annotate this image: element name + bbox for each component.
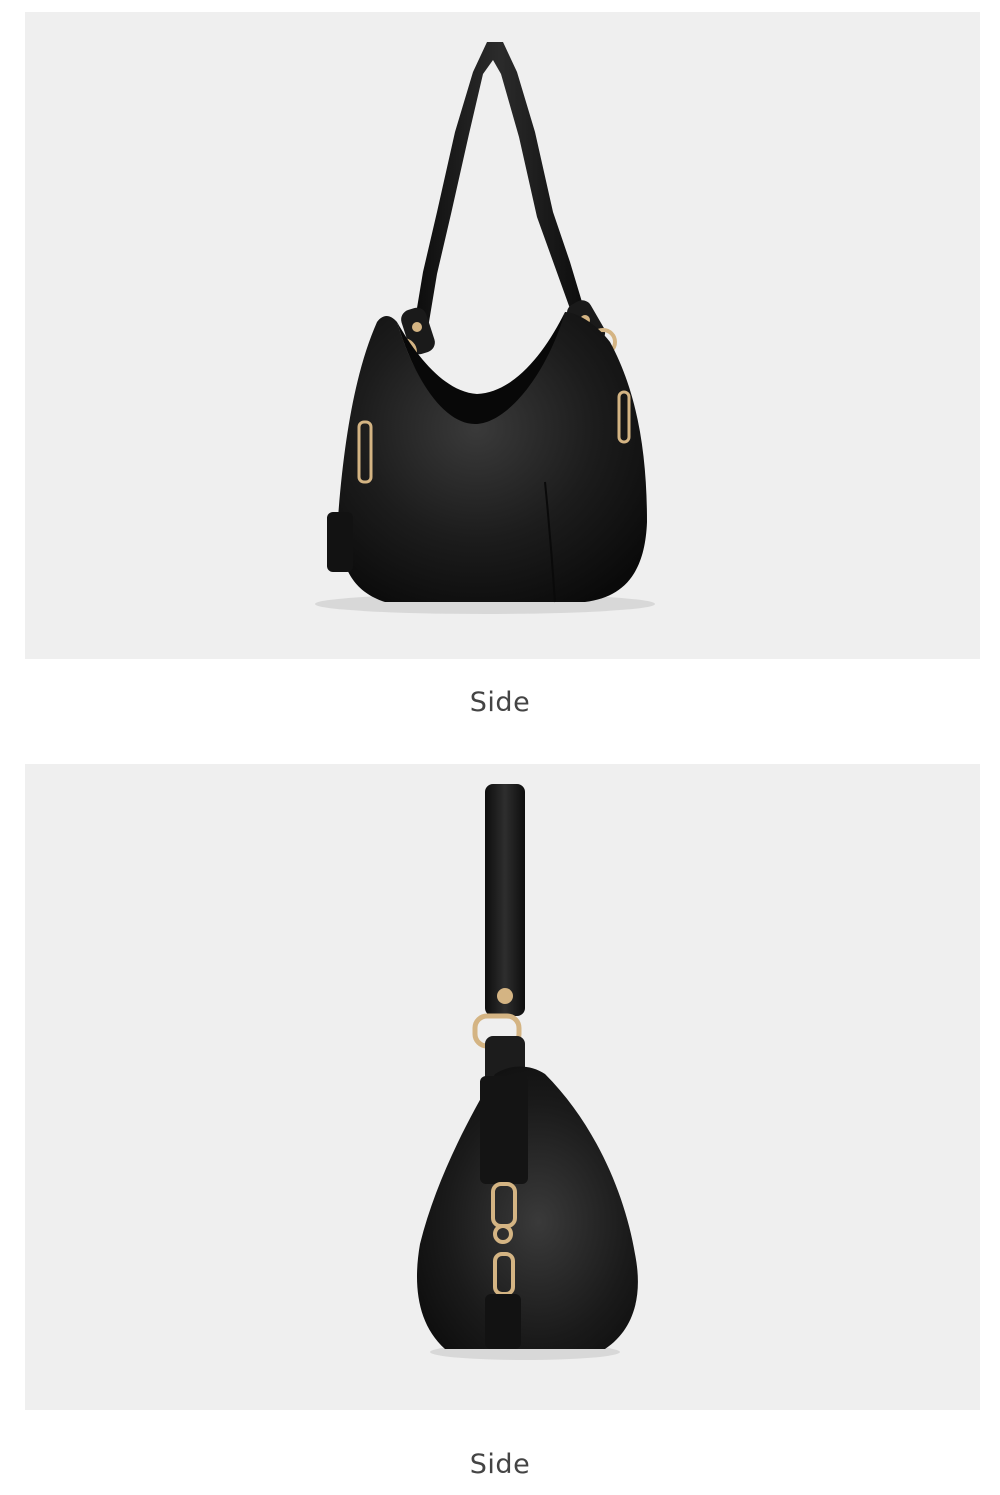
product-image-side-profile <box>25 764 980 1410</box>
bag-angled-illustration <box>315 42 655 614</box>
image-caption: Side <box>469 1449 531 1480</box>
image-caption: Side <box>469 687 531 718</box>
product-image-angled <box>25 12 980 659</box>
bag-side-illustration <box>416 784 638 1360</box>
